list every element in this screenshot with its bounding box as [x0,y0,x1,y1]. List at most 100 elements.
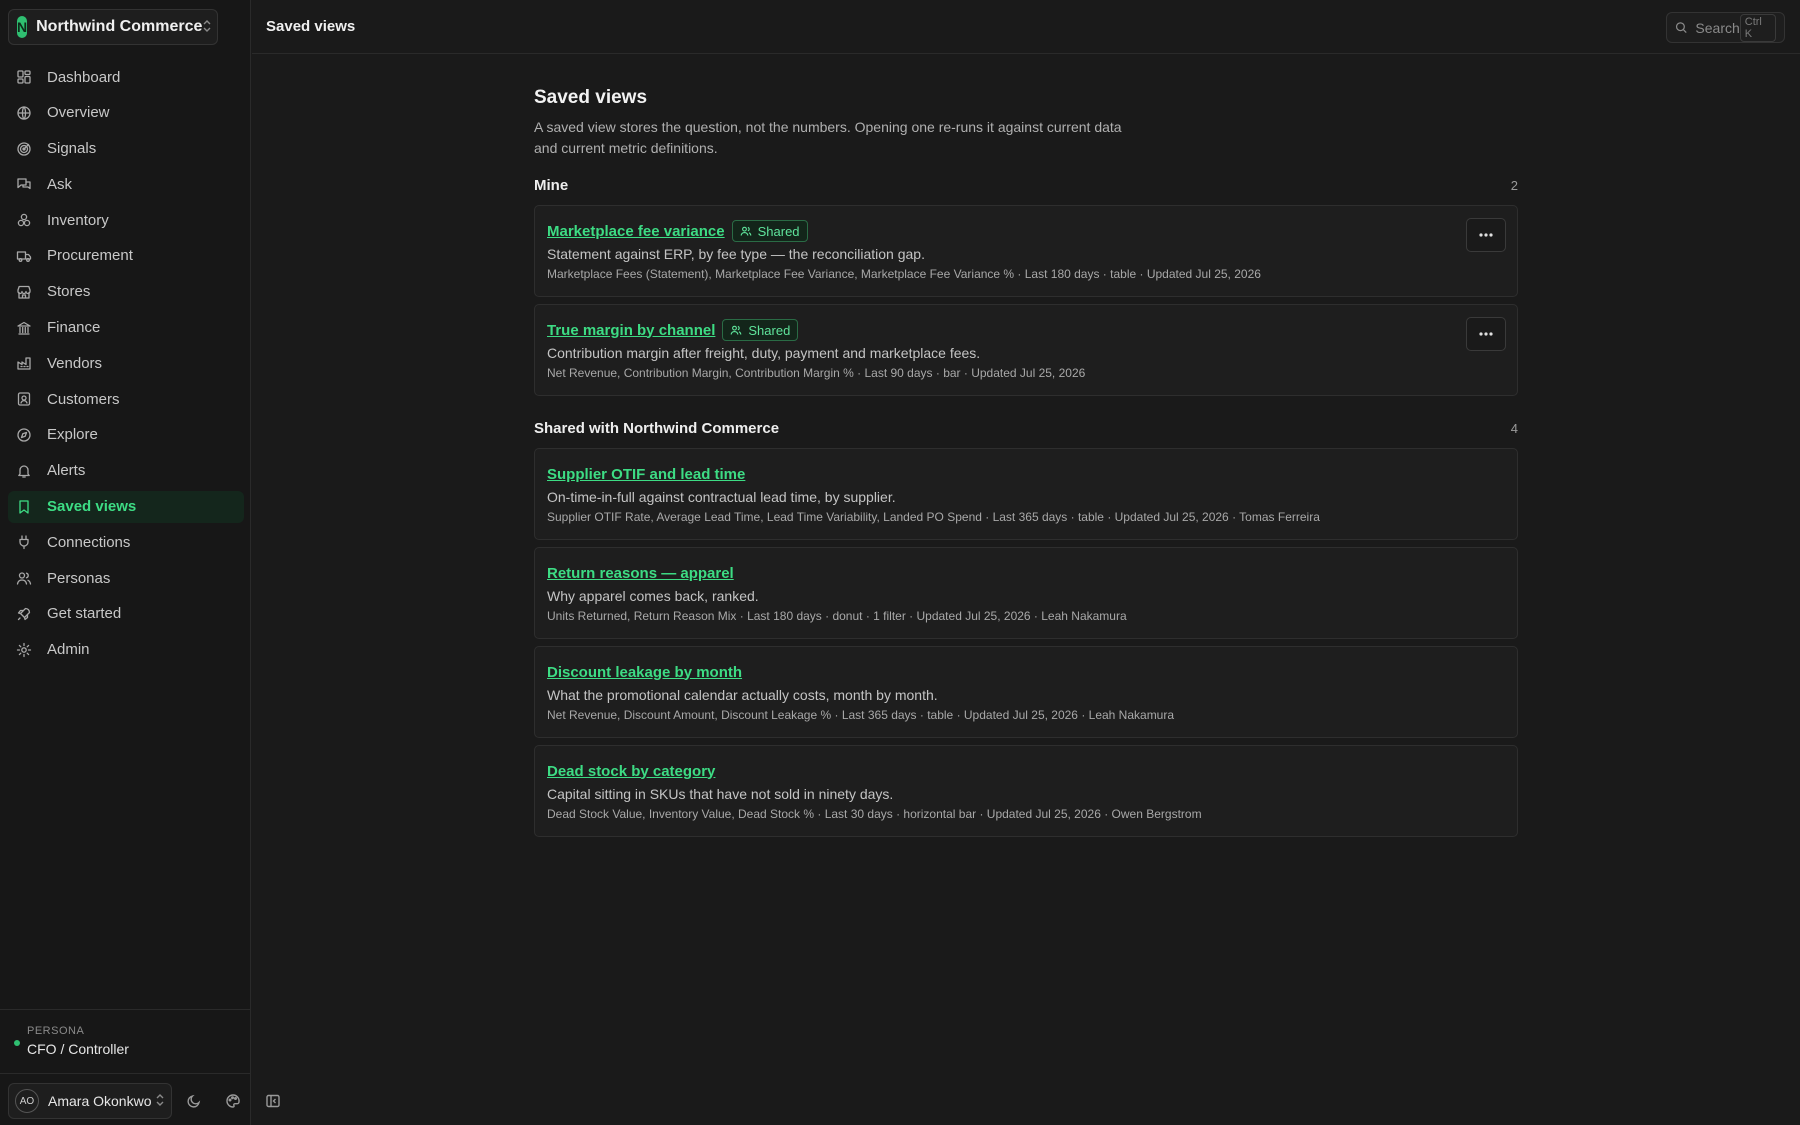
sidebar-item-alerts[interactable]: Alerts [8,455,244,487]
more-dots-icon [1479,233,1493,237]
sidebar-item-vendors[interactable]: Vendors [8,347,244,379]
sidebar-item-label: Ask [47,175,73,193]
saved-view-link[interactable]: Discount leakage by month [547,664,742,681]
moon-icon[interactable] [183,1090,205,1112]
section-title: Shared with Northwind Commerce [534,420,780,437]
card-description: Contribution margin after freight, duty,… [547,345,981,361]
saved-view-card: Discount leakage by month What the promot… [534,646,1518,738]
card-meta: Supplier OTIF Rate, Average Lead Time, L… [547,510,1320,524]
shared-badge: Shared [722,319,799,341]
contact-icon [16,391,47,407]
sidebar-item-label: Connections [47,533,131,551]
topbar: Saved views Search Ctrl K [252,0,1800,54]
sidebar-item-stores[interactable]: Stores [8,276,244,308]
sidebar-nav: Dashboard Overview Signals Ask Inventory Proc… [8,61,244,670]
saved-view-link[interactable]: Marketplace fee variance [547,223,725,240]
search-button[interactable]: Search Ctrl K [1666,12,1785,43]
card-meta: Marketplace Fees (Statement), Marketplac… [547,267,1261,281]
users-icon [740,226,752,236]
saved-view-card: True margin by channel Shared Contribution… [534,304,1518,396]
plug-icon [16,534,47,550]
sidebar-item-label: Finance [47,319,101,337]
card-title-row: Supplier OTIF and lead time [547,463,1505,485]
chevron-updown-icon [202,19,212,35]
saved-view-link[interactable]: Return reasons — apparel [547,565,734,582]
boxes-icon [16,212,47,228]
sidebar-item-label: Personas [47,569,111,587]
card-meta: Dead Stock Value, Inventory Value, Dead … [547,807,1202,821]
section-count: 2 [1510,178,1518,193]
sidebar-item-procurement[interactable]: Procurement [8,240,244,272]
topbar-title: Saved views [266,18,356,35]
radar-icon [16,141,47,157]
user-bar: AO Amara Okonkwo [0,1073,280,1125]
sidebar-item-saved-views[interactable]: Saved views [8,490,244,523]
card-description: On-time-in-full against contractual lead… [547,489,896,505]
sidebar-item-get-started[interactable]: Get started [8,598,244,630]
sidebar-item-label: Explore [47,426,98,444]
users-icon [730,325,742,335]
saved-view-card: Marketplace fee variance Shared Statement … [534,205,1518,297]
saved-view-card: Dead stock by category Capital sitting in… [534,745,1518,837]
sidebar-item-dashboard[interactable]: Dashboard [8,61,244,93]
saved-view-link[interactable]: Supplier OTIF and lead time [547,466,745,483]
sidebar-item-connections[interactable]: Connections [8,526,244,558]
sidebar-item-label: Dashboard [47,68,121,86]
users-icon [16,570,47,586]
sidebar-item-inventory[interactable]: Inventory [8,204,244,236]
sidebar-item-personas[interactable]: Personas [8,562,244,594]
sidebar-item-overview[interactable]: Overview [8,97,244,129]
sidebar: N Northwind Commerce Dashboard Overview Si… [0,0,280,1125]
user-switcher[interactable]: AO Amara Okonkwo [8,1083,172,1119]
factory-icon [16,355,47,371]
sidebar-item-ask[interactable]: Ask [8,168,244,200]
sidebar-item-signals[interactable]: Signals [8,133,244,165]
bell-icon [16,463,47,479]
sidebar-item-label: Alerts [47,462,86,480]
card-description: Capital sitting in SKUs that have not so… [547,786,894,802]
sidebar-item-label: Inventory [47,211,109,229]
search-label: Search [1695,19,1740,36]
sidebar-item-customers[interactable]: Customers [8,383,244,415]
saved-view-link[interactable]: Dead stock by category [547,763,715,780]
sidebar-item-label: Overview [47,104,110,122]
chevron-updown-icon [155,1093,165,1109]
truck-icon [16,248,47,264]
sidebar-item-explore[interactable]: Explore [8,419,244,451]
dashboard-icon [16,69,47,85]
org-name: Northwind Commerce [36,18,203,35]
persona-name: CFO / Controller [27,1041,129,1057]
saved-view-card: Return reasons — apparel Why apparel come… [534,547,1518,639]
more-options-button[interactable] [1466,218,1506,252]
user-name: Amara Okonkwo [48,1093,152,1109]
search-shortcut: Ctrl K [1739,13,1776,42]
sidebar-item-label: Saved views [47,498,137,516]
sidebar-item-label: Stores [47,283,91,301]
more-options-button[interactable] [1466,317,1506,351]
sidebar-item-admin[interactable]: Admin [8,634,244,666]
card-description: Statement against ERP, by fee type — the… [547,246,925,262]
sidebar-item-label: Customers [47,390,120,408]
card-title-row: Dead stock by category [547,760,1505,782]
store-icon [16,284,47,300]
sidebar-item-label: Admin [47,641,90,659]
search-icon [1675,22,1687,33]
sidebar-item-finance[interactable]: Finance [8,312,244,344]
card-description: What the promotional calendar actually c… [547,687,938,703]
bookmark-icon [16,499,47,515]
sidebar-collapse-icon[interactable] [262,1090,284,1112]
section-header: Shared with Northwind Commerce 4 [534,420,1518,437]
palette-icon[interactable] [222,1090,244,1112]
section-header: Mine 2 [534,177,1518,194]
saved-view-card: Supplier OTIF and lead time On-time-in-fu… [534,448,1518,540]
main-content: Saved views A saved view stores the ques… [534,87,1518,844]
gear-icon [16,642,47,658]
compass-icon [16,427,47,443]
org-switcher[interactable]: N Northwind Commerce [8,9,218,45]
saved-view-link[interactable]: True margin by channel [547,322,715,339]
sidebar-item-label: Get started [47,605,122,623]
card-description: Why apparel comes back, ranked. [547,588,759,604]
section-title: Mine [534,177,569,194]
avatar: AO [15,1089,39,1113]
card-title-row: Discount leakage by month [547,661,1505,683]
